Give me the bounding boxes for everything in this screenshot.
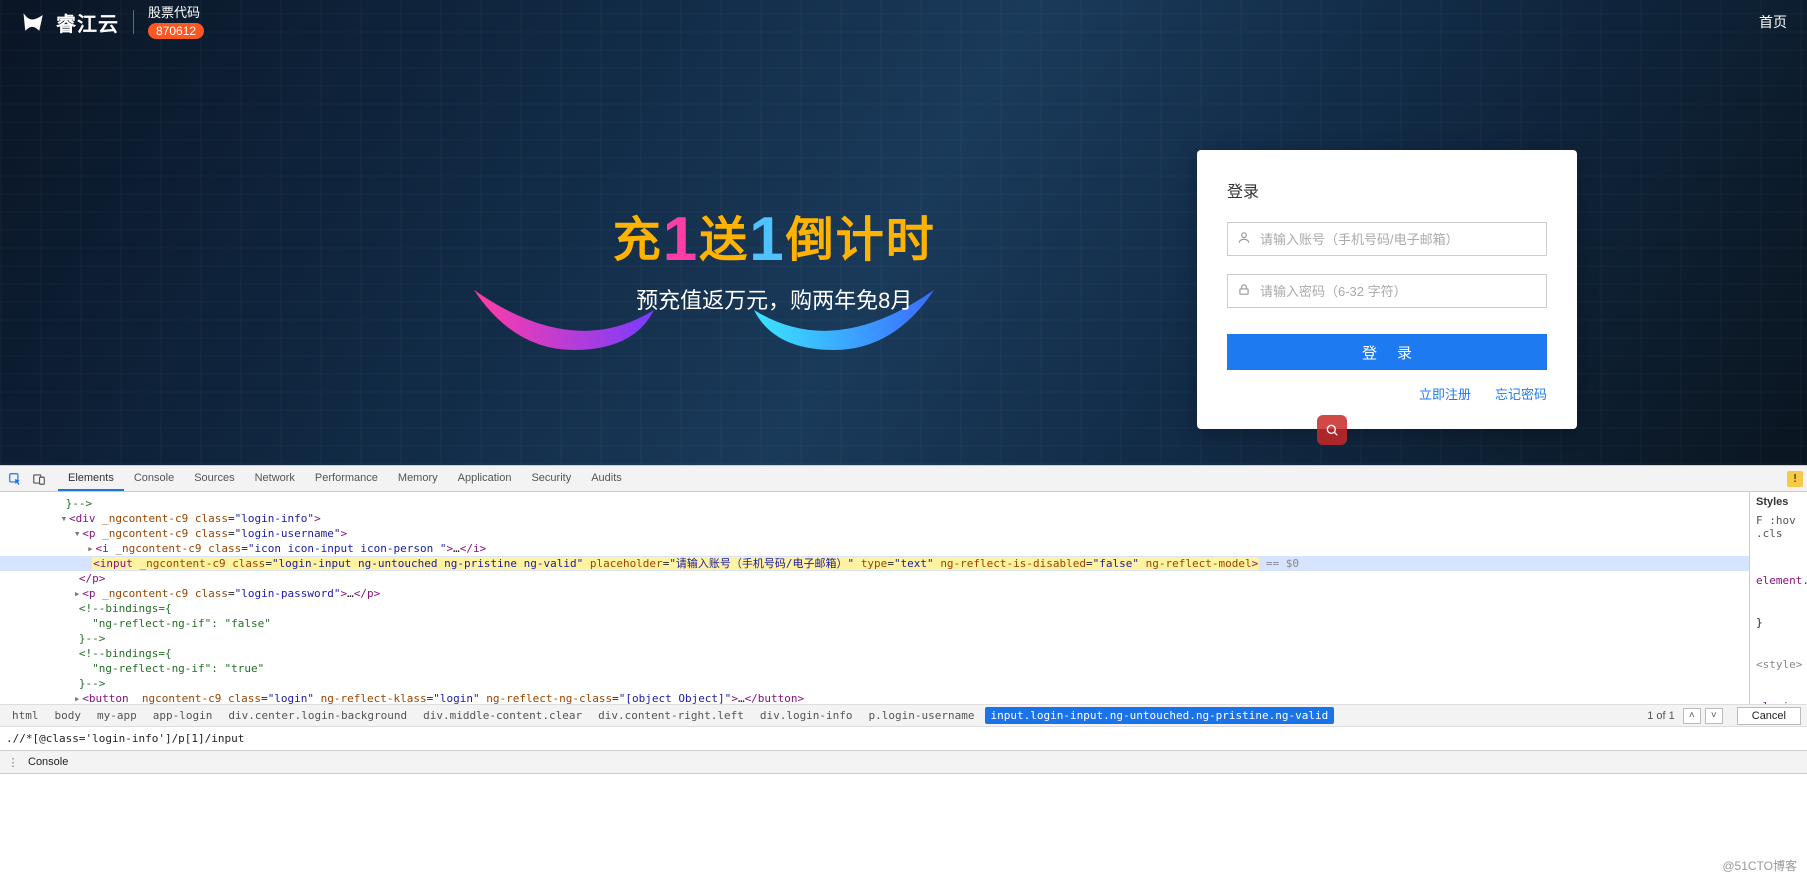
console-drawer[interactable]: ⋮ Console (0, 750, 1807, 774)
stock-code-badge: 870612 (148, 23, 204, 39)
watermark: @51CTO博客 (1722, 857, 1797, 874)
dom-tree-line[interactable]: }--> (0, 631, 1749, 646)
devtools-tab-memory[interactable]: Memory (388, 467, 448, 491)
forgot-link[interactable]: 忘记密码 (1495, 384, 1547, 403)
breadcrumb-item[interactable]: input.login-input.ng-untouched.ng-pristi… (985, 707, 1335, 724)
search-prev-icon[interactable]: ˄ (1683, 708, 1701, 724)
devtools-tabs: ElementsConsoleSourcesNetworkPerformance… (58, 467, 632, 491)
dom-tree-line[interactable]: ▸<p _ngcontent-c9 class="login-password"… (0, 586, 1749, 601)
login-button[interactable]: 登录 (1227, 334, 1547, 370)
brand-name: 睿江云 (56, 8, 119, 37)
username-field (1227, 222, 1547, 256)
dom-tree-line[interactable]: <input _ngcontent-c9 class="login-input … (0, 556, 1749, 571)
promo-block: 充1送1倒计时 预充值返万元，购两年免8月 (613, 200, 936, 315)
dom-tree-line[interactable]: "ng-reflect-ng-if": "true" (0, 661, 1749, 676)
console-tab-label[interactable]: Console (20, 753, 76, 771)
password-input[interactable] (1227, 274, 1547, 308)
search-cancel-button[interactable]: Cancel (1737, 707, 1801, 725)
drawer-toggle-icon[interactable]: ⋮ (6, 756, 20, 769)
logo[interactable]: 睿江云 (20, 8, 119, 37)
nav-home-link[interactable]: 首页 (1759, 12, 1787, 32)
search-next-icon[interactable]: ˅ (1705, 708, 1723, 724)
warning-icon[interactable] (1787, 471, 1803, 487)
breadcrumb-item[interactable]: my-app (91, 707, 143, 724)
dom-tree-line[interactable]: ▸<button _ngcontent-c9 class="login" ng-… (0, 691, 1749, 704)
promo-title: 充1送1倒计时 (613, 200, 936, 275)
devtools-tab-performance[interactable]: Performance (305, 467, 388, 491)
search-count: 1 of 1 (1643, 710, 1679, 722)
breadcrumb-item[interactable]: body (49, 707, 88, 724)
dom-tree-line[interactable]: }--> (0, 676, 1749, 691)
dom-tree-line[interactable]: ▾<p _ngcontent-c9 class="login-username"… (0, 526, 1749, 541)
styles-sidebar[interactable]: Styles F :hov .cls element.s } <style> .… (1749, 492, 1807, 704)
lock-icon (1237, 283, 1251, 300)
username-input[interactable] (1227, 222, 1547, 256)
dom-tree-line[interactable]: <!--bindings={ (0, 646, 1749, 661)
devtools-tab-network[interactable]: Network (245, 467, 305, 491)
dom-tree-line[interactable]: ▾<div _ngcontent-c9 class="login-info"> (0, 511, 1749, 526)
dom-tree-line[interactable]: "ng-reflect-ng-if": "false" (0, 616, 1749, 631)
stock-info: 股票代码 870612 (148, 5, 204, 39)
breadcrumb-item[interactable]: div.center.login-background (222, 707, 413, 724)
breadcrumb-item[interactable]: html (6, 707, 45, 724)
breadcrumb-bar: htmlbodymy-appapp-logindiv.center.login-… (0, 704, 1807, 726)
stock-label: 股票代码 (148, 5, 204, 21)
page-banner: 睿江云 股票代码 870612 首页 充1送1倒计时 预充值返万元，购两年免8月… (0, 0, 1807, 465)
devtools-tab-elements[interactable]: Elements (58, 467, 124, 491)
breadcrumb-item[interactable]: div.middle-content.clear (417, 707, 588, 724)
password-field (1227, 274, 1547, 308)
devtools-tab-console[interactable]: Console (124, 467, 184, 491)
divider (133, 10, 134, 34)
breadcrumb-item[interactable]: div.login-info (754, 707, 859, 724)
promo-subtitle: 预充值返万元，购两年免8月 (613, 283, 936, 315)
device-toggle-icon[interactable] (28, 469, 50, 489)
devtools-tab-application[interactable]: Application (448, 467, 522, 491)
logo-mark-icon (20, 8, 48, 36)
search-fab[interactable] (1317, 415, 1347, 445)
xpath-search-input[interactable] (6, 732, 646, 745)
search-bar (0, 726, 1807, 750)
dom-tree-line[interactable]: ▸<i _ngcontent-c9 class="icon icon-input… (0, 541, 1749, 556)
elements-tree[interactable]: }--> ▾<div _ngcontent-c9 class="login-in… (0, 492, 1749, 704)
devtools: ElementsConsoleSourcesNetworkPerformance… (0, 465, 1807, 774)
breadcrumb-item[interactable]: app-login (147, 707, 219, 724)
dom-tree-line[interactable]: <!--bindings={ (0, 601, 1749, 616)
devtools-tab-audits[interactable]: Audits (581, 467, 632, 491)
devtools-toolbar: ElementsConsoleSourcesNetworkPerformance… (0, 466, 1807, 492)
dom-tree-line[interactable]: </p> (0, 571, 1749, 586)
breadcrumb-item[interactable]: div.content-right.left (592, 707, 750, 724)
breadcrumb-item[interactable]: p.login-username (863, 707, 981, 724)
inspect-element-icon[interactable] (4, 469, 26, 489)
devtools-tab-sources[interactable]: Sources (184, 467, 244, 491)
topbar: 睿江云 股票代码 870612 首页 (0, 0, 1807, 44)
login-title: 登录 (1227, 178, 1547, 202)
person-icon (1237, 231, 1251, 248)
devtools-tab-security[interactable]: Security (521, 467, 581, 491)
register-link[interactable]: 立即注册 (1419, 384, 1471, 403)
login-card: 登录 登录 立即注册 忘记密码 (1197, 150, 1577, 429)
styles-tab-label[interactable]: Styles (1756, 496, 1788, 508)
dom-tree-line[interactable]: }--> (0, 496, 1749, 511)
